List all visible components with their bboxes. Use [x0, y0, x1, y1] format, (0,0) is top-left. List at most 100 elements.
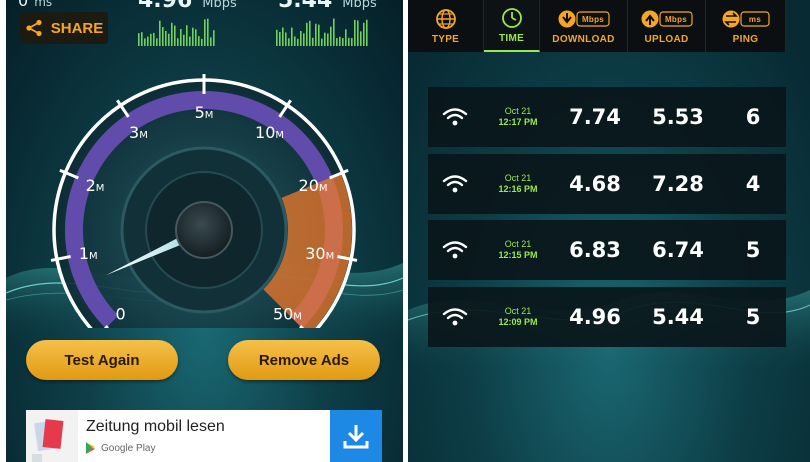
- sparkline-bar: [309, 20, 311, 46]
- sparkline-bar: [339, 36, 341, 46]
- sparkline-bar: [174, 25, 176, 46]
- sparkline-bar: [210, 37, 212, 46]
- sparkline-bar: [180, 29, 182, 46]
- ad-download-button[interactable]: [330, 410, 382, 462]
- sparkline-bar: [321, 38, 323, 46]
- sparkline-bar: [195, 29, 197, 46]
- result-ping: 5: [745, 238, 761, 262]
- wifi-icon: [442, 241, 468, 259]
- sparkline-bar: [189, 36, 191, 46]
- wifi-icon: [442, 308, 468, 326]
- sparkline-bar: [162, 27, 164, 46]
- upload-sparkline: [276, 18, 368, 46]
- sparkline-bar: [327, 33, 329, 46]
- gauge-hub: [175, 201, 233, 259]
- sparkline-bar: [147, 36, 149, 46]
- sparkline-bar: [150, 33, 152, 46]
- sparkline-bar: [171, 22, 173, 46]
- sparkline-bar: [201, 38, 203, 46]
- sparkline-bar: [330, 26, 332, 46]
- sparkline-bar: [156, 38, 158, 46]
- sparkline-bar: [153, 32, 155, 46]
- ad-title: Zeitung mobil lesen: [86, 418, 225, 435]
- ad-banner[interactable]: Zeitung mobil lesen Google Play: [26, 410, 382, 462]
- sparkline-bar: [168, 33, 170, 46]
- sparkline-bar: [165, 30, 167, 46]
- result-upload: 5.53: [652, 105, 704, 129]
- sparkline-bar: [366, 19, 368, 46]
- result-row[interactable]: Oct 21 12:17 PM 7.74 5.53 6: [428, 87, 786, 147]
- tab-ping[interactable]: ms PING: [706, 0, 786, 52]
- sparkline-bar: [354, 19, 356, 46]
- upload-arrow-icon: Mbps: [641, 10, 693, 27]
- ad-store-badge: Google Play: [86, 442, 155, 454]
- newspaper-icon: [32, 419, 64, 462]
- download-arrow-icon: Mbps: [558, 10, 610, 27]
- sparkline-bar: [318, 24, 320, 46]
- sparkline-bar: [306, 22, 308, 46]
- sparkline-bar: [312, 37, 314, 46]
- globe-icon: [435, 8, 456, 29]
- download-sparkline: [138, 18, 215, 46]
- sparkline-bar: [324, 32, 326, 46]
- result-row[interactable]: Oct 21 12:16 PM 4.68 7.28 4: [428, 154, 786, 214]
- ping-readout: 0 ms: [18, 0, 53, 10]
- tab-download[interactable]: Mbps DOWNLOAD: [540, 0, 628, 52]
- sparkline-bar: [333, 18, 335, 46]
- result-upload: 6.74: [652, 238, 704, 262]
- tab-time[interactable]: TIME: [484, 0, 540, 52]
- result-download: 4.96: [569, 305, 621, 329]
- download-icon: [343, 425, 369, 449]
- tab-upload[interactable]: Mbps UPLOAD: [628, 0, 706, 52]
- result-upload: 5.44: [652, 305, 704, 329]
- sparkline-bar: [345, 29, 347, 46]
- upload-readout: 5.44 Mbps: [278, 0, 377, 13]
- result-upload: 7.28: [652, 172, 704, 196]
- speedtest-screen: 0 ms 4.96 Mbps 5.44 Mbps SHARE 0 1M 2M 3…: [6, 0, 403, 462]
- results-screen: TYPE TIME Mbps DOWNLOAD Mbps UPLOAD ms P…: [408, 0, 810, 462]
- sparkline-bar: [348, 37, 350, 46]
- result-download: 6.83: [569, 238, 621, 262]
- result-row[interactable]: Oct 21 12:15 PM 6.83 6.74 5: [428, 220, 786, 280]
- result-timestamp: Oct 21 12:09 PM: [498, 306, 538, 327]
- sparkline-bar: [285, 32, 287, 46]
- sparkline-bar: [342, 38, 344, 46]
- sparkline-bar: [207, 18, 209, 46]
- clock-icon: [501, 7, 522, 28]
- sparkline-bar: [351, 38, 353, 46]
- gauge-tick-label: 0: [115, 304, 125, 323]
- sparkline-bar: [198, 36, 200, 46]
- sparkline-bar: [336, 38, 338, 46]
- result-row[interactable]: Oct 21 12:09 PM 4.96 5.44 5: [428, 287, 786, 347]
- sparkline-bar: [303, 33, 305, 46]
- sparkline-bar: [204, 19, 206, 46]
- sparkline-bar: [288, 38, 290, 46]
- tab-type[interactable]: TYPE: [408, 0, 484, 52]
- wifi-icon: [442, 175, 468, 193]
- sparkline-bar: [297, 38, 299, 46]
- sparkline-bar: [177, 38, 179, 46]
- share-icon: [26, 19, 42, 37]
- results-header: 0 ms 4.96 Mbps 5.44 Mbps SHARE: [6, 0, 403, 50]
- sparkline-bar: [357, 20, 359, 46]
- result-timestamp: Oct 21 12:15 PM: [498, 239, 538, 260]
- sparkline-bar: [363, 22, 365, 46]
- sparkline-bar: [279, 31, 281, 46]
- sparkline-bar: [291, 27, 293, 46]
- share-button[interactable]: SHARE: [20, 12, 108, 44]
- sparkline-bar: [186, 25, 188, 46]
- sparkline-bar: [138, 33, 140, 46]
- sort-tabs: TYPE TIME Mbps DOWNLOAD Mbps UPLOAD ms P…: [408, 0, 810, 52]
- sparkline-bar: [144, 38, 146, 46]
- sparkline-bar: [213, 30, 215, 46]
- sparkline-bar: [300, 31, 302, 46]
- speedometer-gauge: 01M2M3M5M10M20M30M50M: [50, 74, 358, 328]
- test-again-button[interactable]: Test Again: [26, 340, 178, 380]
- sparkline-bar: [360, 31, 362, 46]
- sparkline-bar: [192, 27, 194, 46]
- result-ping: 6: [745, 105, 761, 129]
- wifi-icon: [442, 108, 468, 126]
- sparkline-bar: [141, 32, 143, 46]
- result-timestamp: Oct 21 12:16 PM: [498, 173, 538, 194]
- remove-ads-button[interactable]: Remove Ads: [228, 340, 380, 380]
